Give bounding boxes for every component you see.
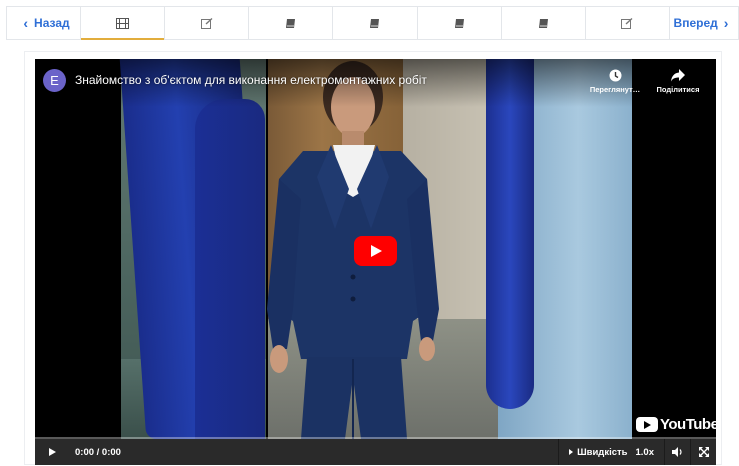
play-button[interactable] (354, 236, 397, 266)
chevron-left-icon: ‹ (23, 15, 29, 31)
book-icon (370, 18, 380, 28)
book-icon (538, 18, 548, 28)
fullscreen-icon (698, 447, 709, 457)
forward-button[interactable]: Вперед › (669, 7, 738, 39)
speed-value: 1.0x (635, 446, 655, 458)
watch-later-label: Переглянут… (589, 85, 641, 94)
youtube-player[interactable]: E Знайомство з об'єктом для виконання ел… (35, 59, 716, 465)
share-arrow-icon (671, 69, 685, 82)
speed-button[interactable]: Швидкість 1.0x (558, 439, 664, 465)
tab-quiz-1[interactable] (165, 7, 250, 39)
lesson-navigation: ‹ Назад Вперед › (6, 6, 739, 40)
book-icon (454, 18, 464, 28)
chevron-right-icon: › (723, 15, 729, 31)
tab-reading-1[interactable] (249, 7, 334, 39)
youtube-logo-text: YouTube (660, 416, 716, 433)
edit-icon (200, 17, 213, 29)
edit-icon (621, 17, 633, 29)
tab-reading-4[interactable] (502, 7, 586, 39)
forward-button-label: Вперед (673, 16, 718, 30)
video-title[interactable]: Знайомство з об'єктом для виконання елек… (75, 73, 427, 87)
lesson-tabs (81, 7, 669, 40)
youtube-play-icon (636, 417, 658, 432)
video-title-bar: E Знайомство з об'єктом для виконання ел… (35, 59, 716, 107)
volume-icon (672, 447, 682, 457)
speed-label: Швидкість (577, 446, 628, 458)
tab-quiz-2[interactable] (586, 7, 669, 39)
watch-later-button[interactable]: Переглянут… (585, 69, 645, 94)
time-display: 0:00 / 0:00 (75, 446, 121, 458)
back-button[interactable]: ‹ Назад (7, 7, 81, 39)
tab-video[interactable] (81, 7, 166, 40)
film-icon (116, 17, 130, 29)
control-play-icon[interactable] (41, 448, 63, 456)
back-button-label: Назад (34, 16, 70, 30)
fullscreen-button[interactable] (690, 439, 716, 465)
youtube-logo[interactable]: YouTube (636, 416, 716, 433)
channel-avatar[interactable]: E (43, 69, 66, 92)
video-container: E Знайомство з об'єктом для виконання ел… (24, 51, 722, 465)
player-controls: 0:00 / 0:00 Швидкість 1.0x (35, 439, 716, 465)
book-icon (286, 18, 296, 28)
clock-icon (609, 69, 621, 82)
tab-reading-2[interactable] (333, 7, 418, 39)
speed-menu-icon (569, 449, 574, 455)
volume-button[interactable] (664, 439, 690, 465)
share-label: Поділитися (656, 85, 700, 94)
share-button[interactable]: Поділитися (648, 69, 708, 94)
tab-reading-3[interactable] (418, 7, 502, 39)
